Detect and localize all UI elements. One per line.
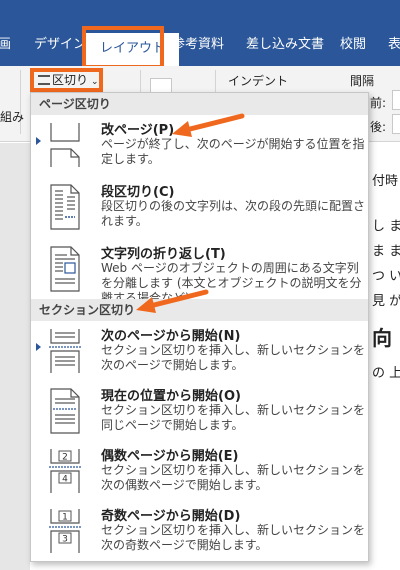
text-wrapping-icon <box>50 246 80 292</box>
svg-text:1: 1 <box>62 513 68 523</box>
arrow-annotation-icon <box>172 113 245 137</box>
menu-item-next-page[interactable]: 次のページから開始(N) セクション区切りを挿入し、新しいセクションを次のページ… <box>31 321 368 381</box>
menu-item-title: 段区切り(C) <box>101 185 175 200</box>
left-group-label: 組み <box>0 110 25 124</box>
tab-view[interactable]: 表 <box>388 30 400 60</box>
breaks-button-label: 区切り <box>52 73 89 87</box>
layout-tab-highlight <box>82 26 164 69</box>
breaks-icon <box>38 75 50 85</box>
tab-draw[interactable]: 画 <box>0 30 11 60</box>
document-heading: 向 <box>372 326 392 350</box>
tab-references[interactable]: 参考資料 <box>172 30 224 60</box>
page-break-icon <box>50 123 80 167</box>
menu-item-title: 偶数ページから開始(E) <box>101 449 239 464</box>
menu-item-desc: セクション区切りを挿入し、新しいセクションを次の奇数ページで開始します。 <box>101 523 366 552</box>
arrow-annotation-icon <box>136 289 209 313</box>
selected-indicator-icon <box>36 137 41 145</box>
tab-design[interactable]: デザイン <box>34 30 86 60</box>
breaks-dropdown-menu: ページ区切り 改ページ(P) ページが終了し、次のページが開始する位置を指定しま… <box>30 92 369 562</box>
menu-item-even-page[interactable]: 2 4 偶数ページから開始(E) セクション区切りを挿入し、新しいセクションを次… <box>31 441 368 501</box>
svg-text:3: 3 <box>62 535 68 545</box>
menu-item-odd-page[interactable]: 1 3 奇数ページから開始(D) セクション区切りを挿入し、新しいセクションを次… <box>31 501 368 561</box>
svg-text:4: 4 <box>62 475 68 485</box>
document-text: の 上 <box>372 366 400 381</box>
menu-item-continuous[interactable]: 現在の位置から開始(O) セクション区切りを挿入し、新しいセクションを同じページ… <box>31 381 368 441</box>
selected-indicator-icon <box>36 343 41 351</box>
document-text: つ い <box>372 269 400 284</box>
document-text: 付時 <box>372 174 399 189</box>
document-margin <box>0 143 30 570</box>
menu-item-desc: セクション区切りを挿入し、新しいセクションを次のページで開始します。 <box>101 343 366 372</box>
indent-label: インデント <box>228 74 289 88</box>
menu-item-title: 改ページ(P) <box>101 123 175 138</box>
even-page-section-icon: 2 4 <box>49 449 81 493</box>
column-break-icon <box>50 184 80 230</box>
spacing-label: 間隔 <box>350 74 375 88</box>
continuous-section-icon <box>50 388 80 434</box>
spacing-before-input[interactable] <box>392 90 400 110</box>
document-text: ま ま <box>372 244 400 259</box>
menu-item-desc: ページが終了し、次のページが開始する位置を指定します。 <box>101 137 365 166</box>
next-page-section-icon <box>49 329 81 373</box>
tab-mailings[interactable]: 差し込み文書 <box>246 30 324 60</box>
menu-item-desc: セクション区切りを挿入し、新しいセクションを次の偶数ページで開始します。 <box>101 463 366 492</box>
menu-item-title: 現在の位置から開始(O) <box>101 389 241 404</box>
svg-text:2: 2 <box>62 453 68 463</box>
document-text: 見 が <box>372 294 400 309</box>
tab-review[interactable]: 校閲 <box>340 30 366 60</box>
ribbon-tab-bar: 画 デザイン レイアウト 参考資料 差し込み文書 校閲 表 <box>0 0 400 66</box>
odd-page-section-icon: 1 3 <box>49 509 81 553</box>
menu-item-title: 文字列の折り返し(T) <box>101 247 226 262</box>
menu-item-title: 奇数ページから開始(D) <box>101 509 241 524</box>
menu-item-desc: 段区切りの後の文字列は、次の段の先頭に配置されます。 <box>101 199 366 228</box>
menu-item-column-break[interactable]: 段区切り(C) 段区切りの後の文字列は、次の段の先頭に配置されます。 <box>31 177 368 237</box>
breaks-button[interactable]: 区切り ⌄ <box>30 68 103 92</box>
chevron-down-icon: ⌄ <box>91 77 99 87</box>
spacing-after-input[interactable] <box>392 114 400 134</box>
spacing-after-label: 後: <box>370 120 387 134</box>
menu-item-desc: セクション区切りを挿入し、新しいセクションを同じページで開始します。 <box>101 403 366 432</box>
spacing-before-label: 前: <box>370 96 387 110</box>
menu-item-title: 次のページから開始(N) <box>101 329 241 344</box>
document-text: し ま <box>372 219 400 234</box>
